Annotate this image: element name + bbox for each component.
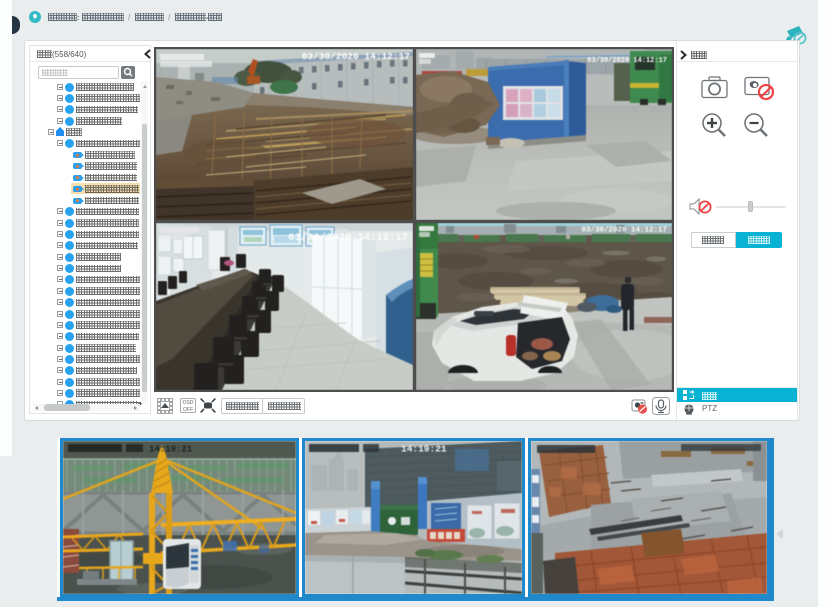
svg-text:14:19:21: 14:19:21 (401, 444, 447, 455)
svg-text:14:19:21: 14:19:21 (149, 445, 193, 455)
svg-text:03/30/2020 14:12:17: 03/30/2020 14:12:17 (302, 51, 411, 62)
svg-text:03/30/2020 14:12:17: 03/30/2020 14:12:17 (581, 227, 667, 235)
svg-text:03/30/2020 14:12:17: 03/30/2020 14:12:17 (288, 232, 408, 244)
svg-text:03/30/2020 14:12:17: 03/30/2020 14:12:17 (587, 57, 667, 65)
